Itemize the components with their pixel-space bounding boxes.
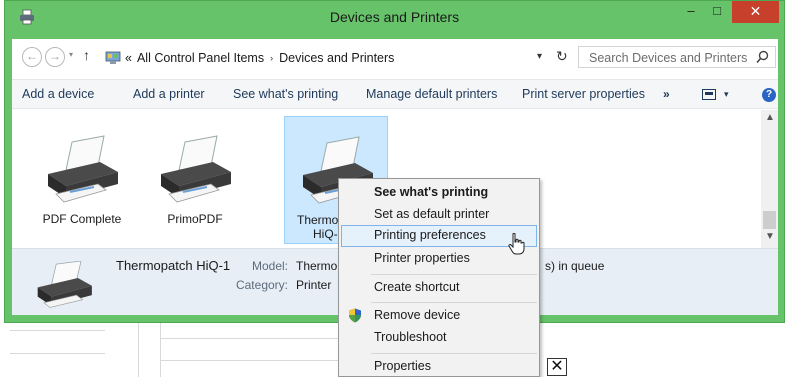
menu-item-set-default-printer[interactable]: Set as default printer <box>341 204 537 226</box>
breadcrumb-separator-icon[interactable]: › <box>270 53 273 63</box>
view-dropdown-chevron-icon[interactable]: ▾ <box>724 89 729 100</box>
back-button[interactable]: ← <box>22 47 42 67</box>
breadcrumb-overflow[interactable]: « <box>125 51 132 65</box>
search-icon[interactable] <box>756 50 769 64</box>
model-value: Thermop <box>296 259 345 273</box>
search-placeholder: Search Devices and Printers <box>589 51 748 65</box>
printer-icon <box>48 135 118 203</box>
background-divider <box>10 353 105 354</box>
menu-separator <box>371 302 537 303</box>
menu-separator <box>371 353 537 354</box>
menu-item-label: Properties <box>374 359 431 373</box>
menu-item-label: See what's printing <box>374 185 489 199</box>
recent-locations-dropdown[interactable]: ▾ <box>69 50 73 59</box>
vertical-scrollbar[interactable]: ▲ ▼ <box>761 110 778 248</box>
mouse-pointer-icon <box>508 233 525 255</box>
scroll-thumb[interactable] <box>763 211 776 229</box>
address-dropdown-chevron-icon[interactable]: ▾ <box>537 51 542 62</box>
menu-item-troubleshoot[interactable]: Troubleshoot <box>341 327 537 349</box>
menu-item-label: Set as default printer <box>374 207 490 221</box>
background-divider <box>10 330 105 331</box>
breadcrumb-item[interactable]: Devices and Printers <box>279 51 394 65</box>
background-divider <box>160 360 338 361</box>
background-divider <box>138 322 139 377</box>
model-label: Model: <box>251 259 288 273</box>
up-button[interactable]: ↑ <box>83 47 90 63</box>
address-toolbar: ← → ▾ ↑ « All Control Panel Items › Devi… <box>12 39 778 75</box>
menu-separator <box>371 274 537 275</box>
printer-icon <box>161 135 231 203</box>
menu-item-properties[interactable]: Properties <box>341 356 537 377</box>
help-icon[interactable]: ? <box>762 88 776 102</box>
menu-item-label: Remove device <box>374 308 461 322</box>
category-value: Printer <box>296 278 332 292</box>
background-divider <box>160 338 338 339</box>
control-panel-icon <box>105 51 121 64</box>
refresh-button[interactable]: ↻ <box>556 48 568 65</box>
queue-status: s) in queue <box>545 259 605 273</box>
menu-item-remove-device[interactable]: Remove device <box>341 305 537 327</box>
device-item-primopdf[interactable]: PrimoPDF <box>143 116 247 244</box>
minimize-button[interactable]: – <box>678 1 704 23</box>
close-button[interactable]: ✕ <box>732 1 779 23</box>
printer-icon <box>37 261 92 308</box>
print-server-properties-button[interactable]: Print server properties <box>522 87 645 101</box>
device-label: PDF Complete <box>42 212 122 226</box>
breadcrumb-item[interactable]: All Control Panel Items <box>137 51 264 65</box>
menu-item-label: Printer properties <box>374 251 470 265</box>
background-divider <box>160 322 161 377</box>
menu-item-label: Troubleshoot <box>374 330 447 344</box>
background-close-box[interactable]: ✕ <box>547 358 567 376</box>
search-input[interactable]: Search Devices and Printers <box>578 46 776 68</box>
context-menu: See what's printing Set as default print… <box>338 178 540 377</box>
change-view-icon[interactable] <box>702 89 716 100</box>
device-label: PrimoPDF <box>167 212 223 226</box>
category-label: Category: <box>235 278 288 292</box>
details-device-name: Thermopatch HiQ-1 <box>116 258 231 273</box>
scroll-up-icon[interactable]: ▲ <box>765 112 775 123</box>
maximize-button[interactable]: □ <box>704 1 730 23</box>
device-item-pdf-complete[interactable]: PDF Complete <box>30 116 134 244</box>
more-commands-button[interactable]: » <box>663 87 670 101</box>
title-bar[interactable]: Devices and Printers – □ ✕ <box>5 1 784 33</box>
manage-default-printers-button[interactable]: Manage default printers <box>366 87 497 101</box>
add-device-button[interactable]: Add a device <box>22 87 94 101</box>
shield-icon <box>349 308 361 323</box>
menu-item-label: Printing preferences <box>374 228 486 242</box>
command-bar: Add a device Add a printer See what's pr… <box>12 79 778 109</box>
breadcrumb[interactable]: « All Control Panel Items › Devices and … <box>105 48 568 67</box>
see-whats-printing-button[interactable]: See what's printing <box>233 87 338 101</box>
scroll-down-icon[interactable]: ▼ <box>765 231 775 242</box>
window-title: Devices and Printers <box>329 9 460 25</box>
menu-item-see-whats-printing[interactable]: See what's printing <box>341 182 537 204</box>
menu-item-create-shortcut[interactable]: Create shortcut <box>341 277 537 299</box>
forward-button[interactable]: → <box>45 47 65 67</box>
menu-item-label: Create shortcut <box>374 280 460 294</box>
add-printer-button[interactable]: Add a printer <box>133 87 205 101</box>
